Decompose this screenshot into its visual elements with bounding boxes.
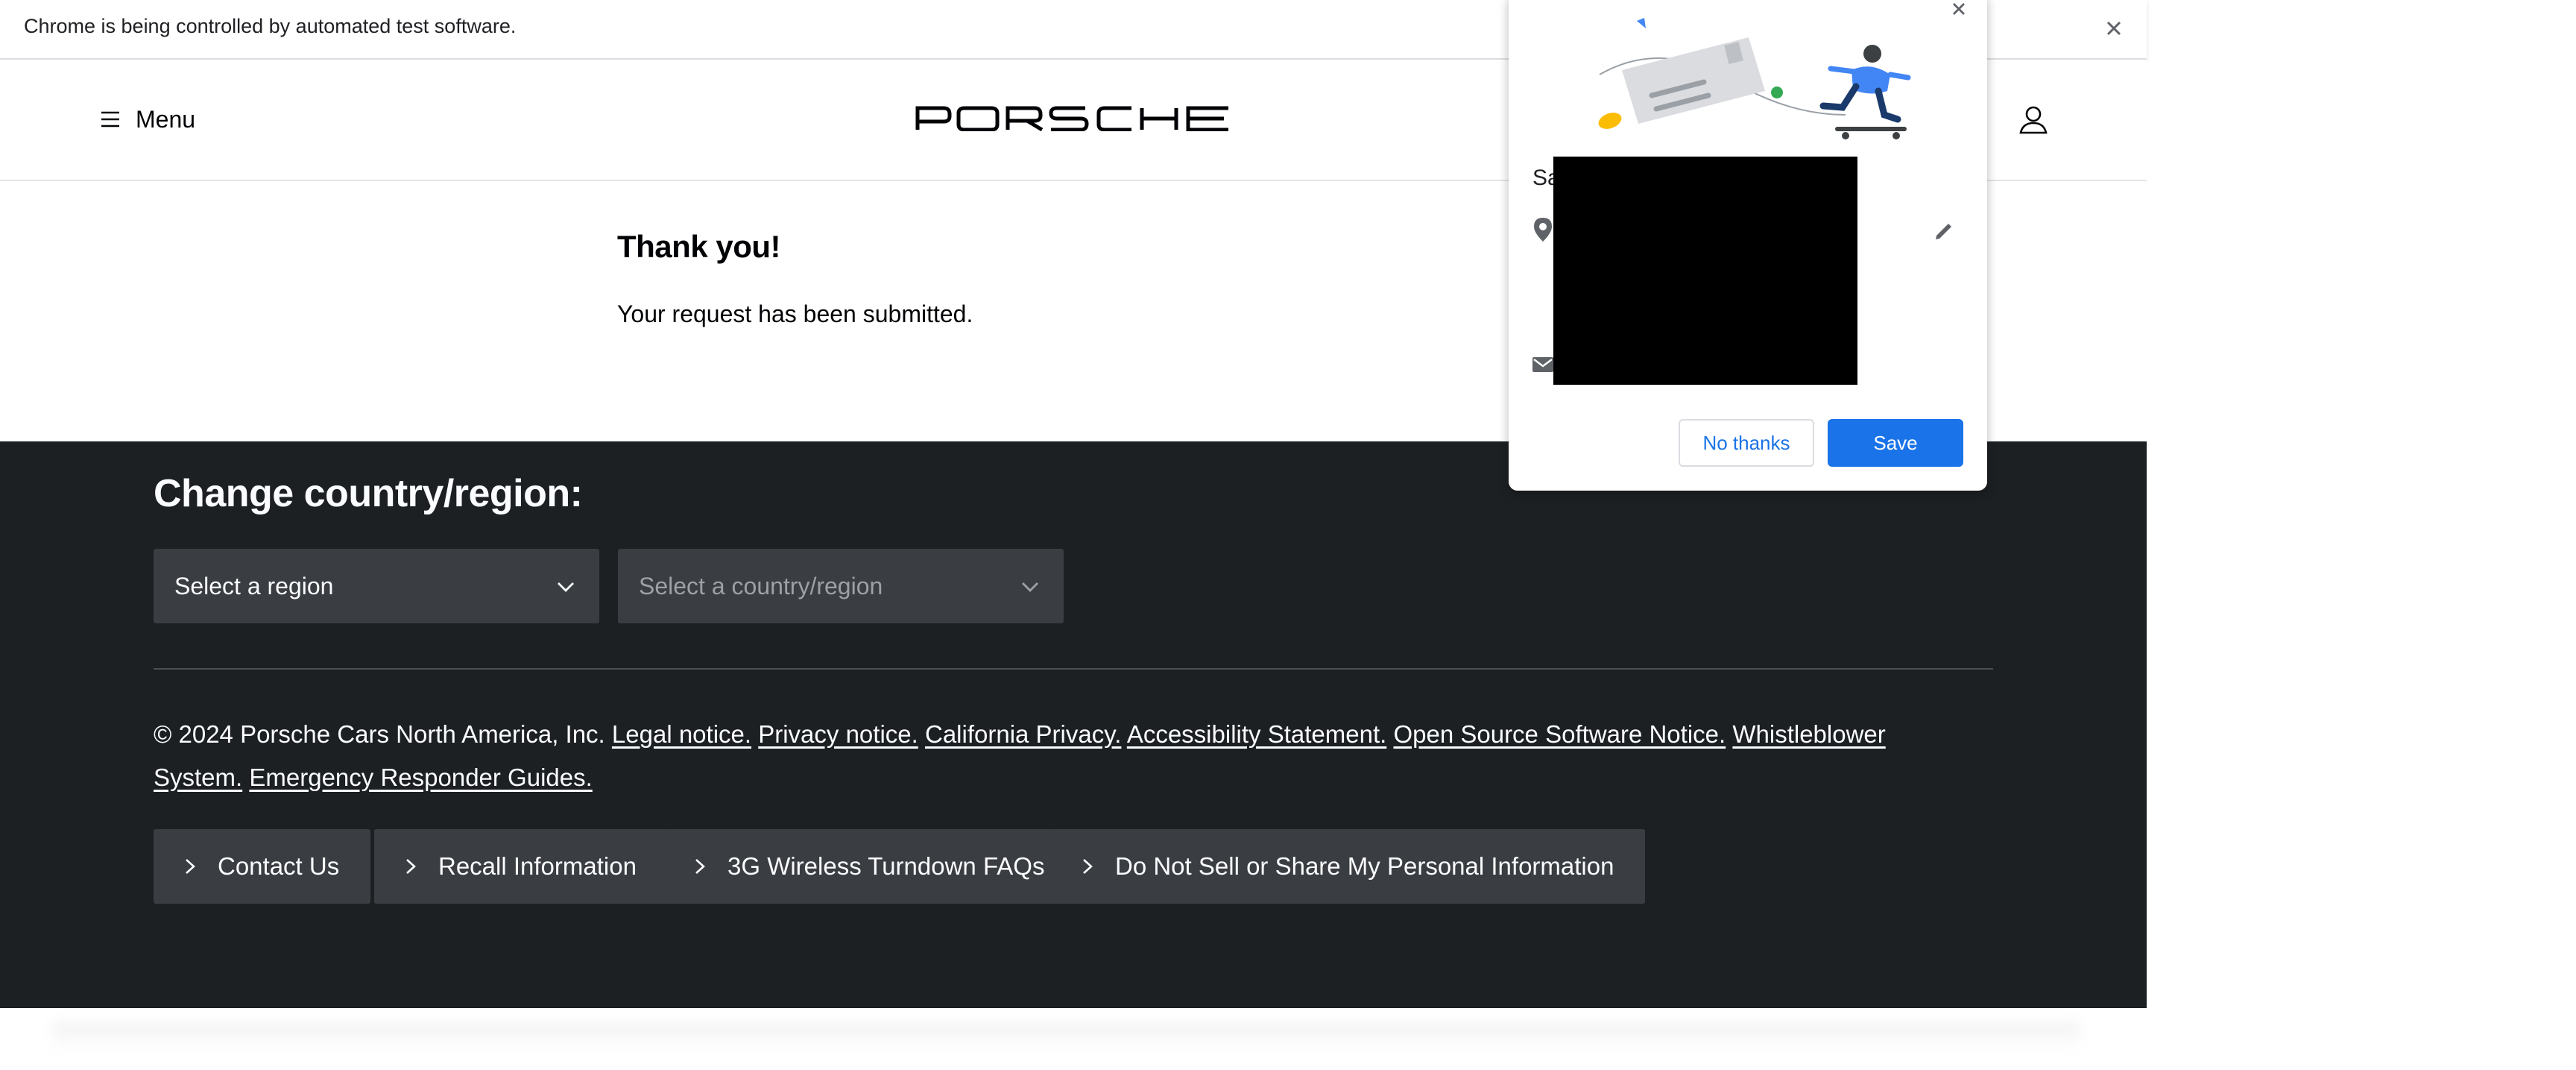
country-select-label: Select a country/region bbox=[639, 572, 883, 599]
page-title: Thank you! bbox=[617, 229, 781, 264]
menu-label: Menu bbox=[136, 105, 196, 133]
chevron-right-icon bbox=[1083, 859, 1093, 874]
chevron-right-icon bbox=[186, 859, 195, 874]
open-source-notice-link[interactable]: Open Source Software Notice. bbox=[1393, 720, 1726, 748]
accessibility-statement-link[interactable]: Accessibility Statement. bbox=[1127, 720, 1386, 748]
chevron-right-icon bbox=[695, 859, 705, 874]
wireless-turndown-faqs-label: 3G Wireless Turndown FAQs bbox=[727, 852, 1045, 880]
emergency-responder-guides-link[interactable]: Emergency Responder Guides. bbox=[249, 764, 592, 791]
country-select[interactable]: Select a country/region bbox=[618, 549, 1064, 623]
close-icon[interactable] bbox=[2099, 13, 2129, 43]
footer-divider bbox=[154, 668, 1993, 670]
hamburger-icon bbox=[101, 111, 119, 128]
recall-information-button[interactable]: Recall Information bbox=[374, 829, 668, 904]
region-select-label: Select a region bbox=[174, 572, 334, 599]
menu-button[interactable]: Menu bbox=[100, 103, 195, 136]
user-icon[interactable] bbox=[2017, 103, 2050, 136]
save-address-popup: Sa No thanks Save bbox=[1509, 0, 1987, 491]
legal-notice-link[interactable]: Legal notice. bbox=[612, 720, 751, 748]
recall-information-label: Recall Information bbox=[438, 852, 637, 880]
location-pin-icon bbox=[1534, 218, 1552, 242]
no-thanks-button[interactable]: No thanks bbox=[1679, 419, 1814, 467]
legal-text: © 2024 Porsche Cars North America, Inc. … bbox=[154, 713, 1942, 799]
copyright-text: © 2024 Porsche Cars North America, Inc. bbox=[154, 720, 605, 748]
wireless-turndown-faqs-button[interactable]: 3G Wireless Turndown FAQs bbox=[663, 829, 1076, 904]
contact-us-button[interactable]: Contact Us bbox=[154, 829, 371, 904]
site-footer: Change country/region: Select a region S… bbox=[0, 441, 2147, 1008]
do-not-sell-button[interactable]: Do Not Sell or Share My Personal Informa… bbox=[1051, 829, 1646, 904]
mail-icon bbox=[1532, 357, 1553, 372]
confirmation-message: Your request has been submitted. bbox=[617, 300, 973, 327]
pencil-icon[interactable] bbox=[1932, 218, 1957, 243]
address-illustration bbox=[1598, 18, 1911, 139]
region-select[interactable]: Select a region bbox=[154, 549, 599, 623]
close-icon[interactable] bbox=[1945, 0, 1972, 22]
country-region-heading: Change country/region: bbox=[154, 472, 583, 515]
bottom-shadow bbox=[52, 1022, 2080, 1051]
porsche-logo[interactable] bbox=[915, 106, 1231, 131]
do-not-sell-label: Do Not Sell or Share My Personal Informa… bbox=[1115, 852, 1614, 880]
contact-us-label: Contact Us bbox=[218, 852, 340, 880]
privacy-notice-link[interactable]: Privacy notice. bbox=[758, 720, 918, 748]
california-privacy-link[interactable]: California Privacy. bbox=[925, 720, 1121, 748]
infobar-message: Chrome is being controlled by automated … bbox=[24, 15, 517, 37]
redacted-address-block bbox=[1553, 157, 1857, 385]
save-button[interactable]: Save bbox=[1828, 419, 1963, 467]
chevron-down-icon bbox=[558, 582, 574, 592]
chevron-down-icon bbox=[1022, 582, 1038, 592]
chevron-right-icon bbox=[406, 859, 416, 874]
